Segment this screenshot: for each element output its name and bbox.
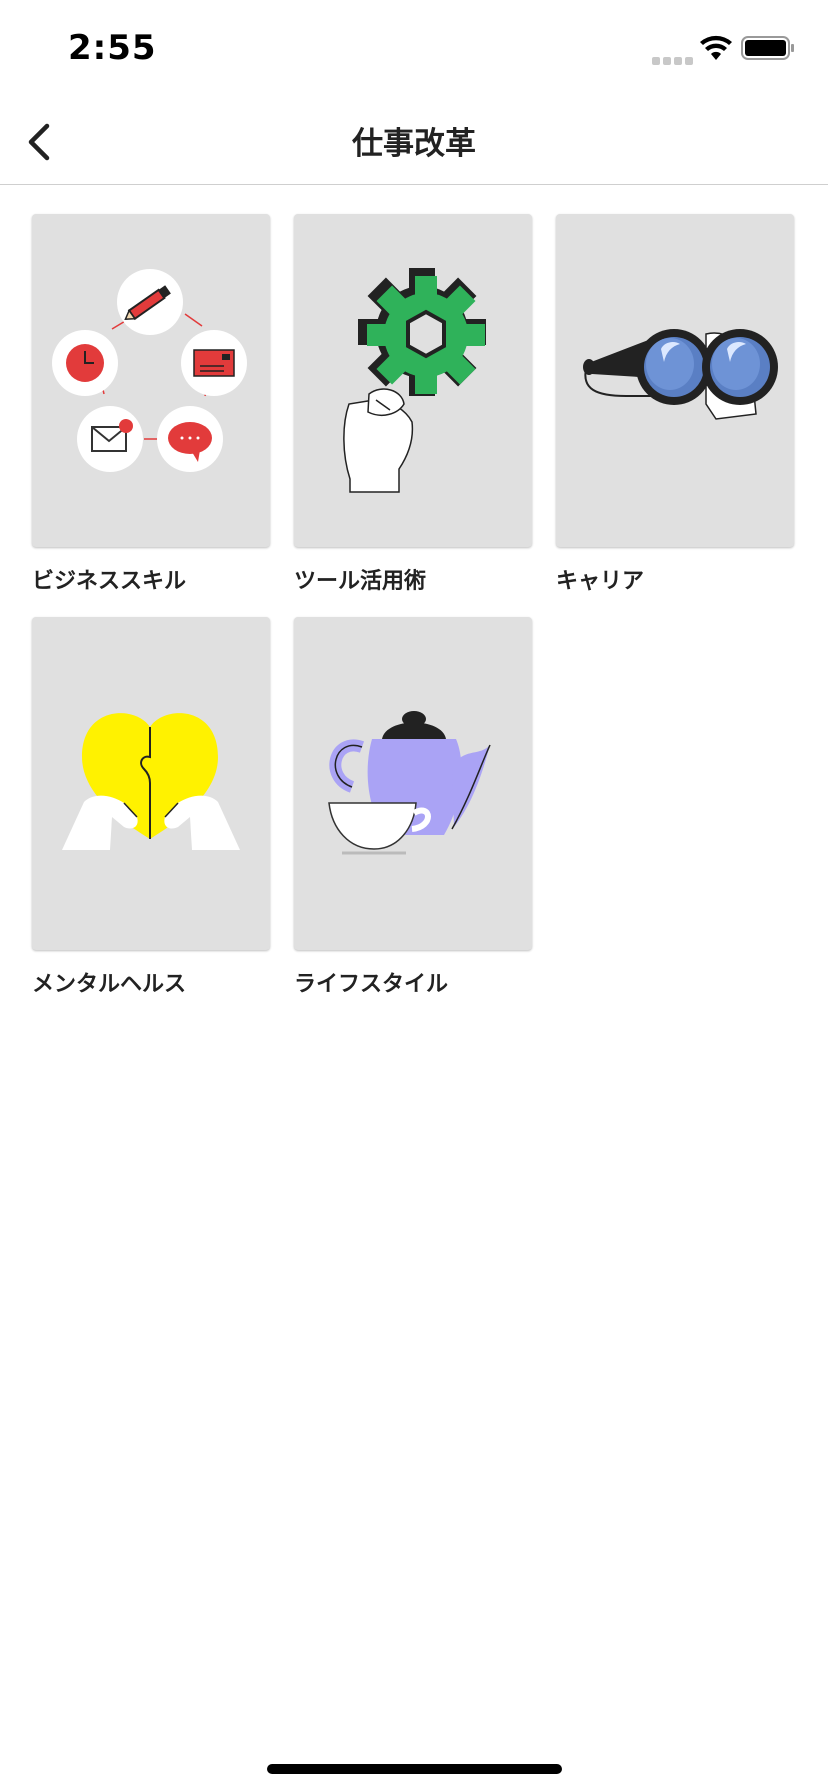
category-label: メンタルヘルス xyxy=(32,972,187,997)
battery-icon xyxy=(741,36,794,60)
category-card-career[interactable]: キャリア xyxy=(556,214,794,595)
category-card-business-skills[interactable]: ビジネススキル xyxy=(32,214,270,595)
home-indicator[interactable] xyxy=(267,1764,562,1774)
wifi-icon xyxy=(700,35,732,60)
heart-puzzle-illustration xyxy=(62,713,240,850)
cellular-signal-icon xyxy=(652,50,696,69)
category-thumbnail xyxy=(32,617,270,950)
category-card-mental-health[interactable]: メンタルヘルス xyxy=(32,617,270,998)
category-label: キャリア xyxy=(556,569,645,594)
teapot-illustration xyxy=(328,711,491,855)
category-thumbnail xyxy=(294,214,532,547)
page-title: 仕事改革 xyxy=(352,126,476,162)
gear-illustration xyxy=(343,268,486,493)
category-label: ライフスタイル xyxy=(294,972,449,997)
category-label: ツール活用術 xyxy=(294,569,427,594)
category-thumbnail xyxy=(32,214,270,547)
status-time: 2:55 xyxy=(68,28,157,68)
binoculars-illustration xyxy=(583,329,778,420)
category-thumbnail xyxy=(556,214,794,547)
navigation-bar: 仕事改革 xyxy=(0,100,828,185)
category-card-lifestyle[interactable]: ライフスタイル xyxy=(294,617,532,998)
category-label: ビジネススキル xyxy=(32,569,187,594)
status-bar: 2:55 xyxy=(0,0,828,100)
business-tools-illustration xyxy=(52,269,247,472)
category-card-tools[interactable]: ツール活用術 xyxy=(294,214,532,595)
category-thumbnail xyxy=(294,617,532,950)
